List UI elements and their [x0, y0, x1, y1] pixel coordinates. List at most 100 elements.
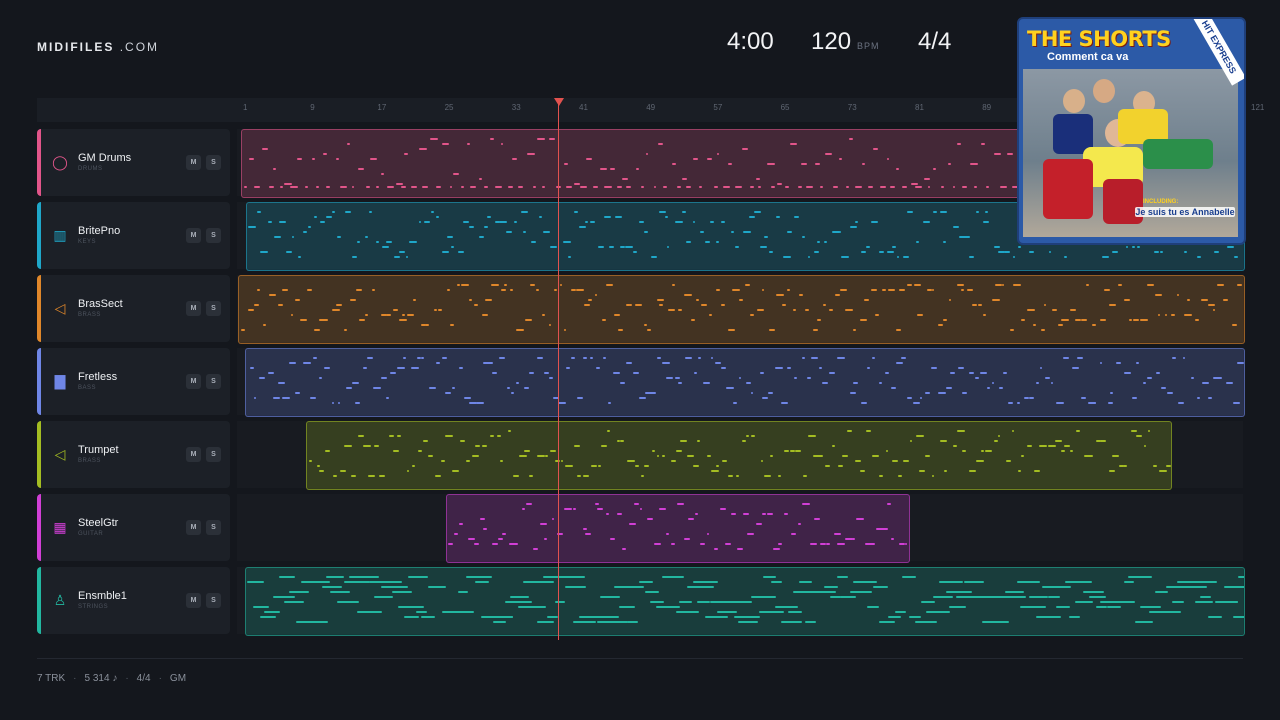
- track-header[interactable]: ▦ SteelGtr GUITAR M S: [37, 494, 230, 561]
- midi-note: [395, 183, 404, 185]
- midi-note: [824, 153, 833, 155]
- midi-note: [748, 216, 755, 218]
- midi-note: [714, 362, 722, 364]
- midi-note: [247, 226, 256, 228]
- midi-note: [582, 528, 588, 530]
- mute-button[interactable]: M: [186, 374, 201, 389]
- midi-note: [460, 186, 465, 188]
- midi-note: [1061, 319, 1069, 321]
- midi-note: [355, 289, 363, 291]
- midi-note: [917, 314, 924, 316]
- mute-button[interactable]: M: [186, 593, 201, 608]
- midi-clip[interactable]: [238, 275, 1245, 344]
- midi-note: [384, 581, 402, 583]
- midi-note: [410, 186, 417, 188]
- midi-note: [351, 475, 356, 477]
- midi-note: [781, 304, 786, 306]
- midi-note: [774, 606, 798, 608]
- solo-button[interactable]: S: [206, 155, 221, 170]
- midi-note: [878, 251, 885, 253]
- solo-button[interactable]: S: [206, 520, 221, 535]
- midi-note: [1184, 314, 1192, 316]
- midi-note: [625, 246, 633, 248]
- midi-note: [1165, 314, 1168, 316]
- midi-note: [722, 186, 730, 188]
- midi-note: [603, 216, 611, 218]
- midi-note: [316, 186, 320, 188]
- midi-note: [1087, 455, 1094, 457]
- ruler-tick: 25: [444, 103, 454, 112]
- midi-note: [759, 372, 764, 374]
- playhead-marker[interactable]: [554, 98, 564, 106]
- midi-note: [491, 284, 499, 286]
- midi-note: [649, 601, 665, 603]
- midi-note: [993, 153, 1001, 155]
- midi-note: [721, 221, 725, 223]
- midi-note: [579, 186, 588, 188]
- track-header[interactable]: ◯ GM Drums DRUMS M S: [37, 129, 230, 196]
- track-header[interactable]: ◁ BrasSect BRASS M S: [37, 275, 230, 342]
- midi-note: [614, 586, 637, 588]
- midi-note: [1136, 246, 1141, 248]
- midi-note: [323, 319, 328, 321]
- midi-note: [1050, 382, 1053, 384]
- midi-note: [476, 402, 485, 404]
- midi-note: [847, 430, 853, 432]
- midi-note: [702, 382, 711, 384]
- midi-note: [298, 256, 301, 258]
- midi-note: [823, 304, 827, 306]
- midi-note: [992, 299, 1000, 301]
- midi-note: [802, 475, 807, 477]
- solo-button[interactable]: S: [206, 374, 221, 389]
- site-logo[interactable]: MIDIFILES .COM: [37, 40, 159, 54]
- midi-note: [817, 241, 820, 243]
- midi-clip[interactable]: [306, 421, 1172, 490]
- midi-note: [1112, 251, 1119, 253]
- midi-note: [394, 256, 401, 258]
- midi-note: [692, 465, 700, 467]
- midi-note: [547, 616, 558, 618]
- midi-note: [281, 289, 289, 291]
- midi-clip[interactable]: [245, 348, 1245, 417]
- playhead[interactable]: [558, 100, 559, 640]
- footer-standard: GM: [169, 673, 187, 684]
- midi-note: [1131, 397, 1138, 399]
- solo-button[interactable]: S: [206, 593, 221, 608]
- ruler-tick: 65: [780, 103, 790, 112]
- midi-note: [1048, 251, 1052, 253]
- midi-note: [706, 533, 710, 535]
- midi-note: [1233, 616, 1244, 618]
- midi-note: [1183, 251, 1188, 253]
- midi-note: [307, 226, 312, 228]
- midi-note: [886, 158, 890, 160]
- midi-note: [526, 503, 533, 505]
- midi-note: [554, 601, 566, 603]
- midi-clip[interactable]: [446, 494, 910, 563]
- midi-note: [1125, 246, 1129, 248]
- midi-note: [484, 226, 488, 228]
- midi-note: [286, 251, 293, 253]
- midi-note: [845, 186, 850, 188]
- midi-note: [381, 586, 409, 588]
- solo-button[interactable]: S: [206, 228, 221, 243]
- mute-button[interactable]: M: [186, 301, 201, 316]
- midi-note: [700, 231, 704, 233]
- midi-note: [991, 382, 995, 384]
- midi-note: [669, 576, 680, 578]
- track-header[interactable]: ♙ Ensmble1 STRINGS M S: [37, 567, 230, 634]
- mute-button[interactable]: M: [186, 520, 201, 535]
- midi-note: [797, 186, 802, 188]
- midi-note: [417, 450, 422, 452]
- solo-button[interactable]: S: [206, 301, 221, 316]
- mute-button[interactable]: M: [186, 155, 201, 170]
- mute-button[interactable]: M: [186, 228, 201, 243]
- solo-button[interactable]: S: [206, 447, 221, 462]
- midi-note: [560, 284, 563, 286]
- mute-button[interactable]: M: [186, 447, 201, 462]
- track-header[interactable]: ▥ BritePno KEYS M S: [37, 202, 230, 269]
- midi-clip[interactable]: [245, 567, 1245, 636]
- midi-note: [771, 581, 782, 583]
- midi-note: [745, 382, 751, 384]
- track-header[interactable]: ▇ Fretless BASS M S: [37, 348, 230, 415]
- track-header[interactable]: ◁ Trumpet BRASS M S: [37, 421, 230, 488]
